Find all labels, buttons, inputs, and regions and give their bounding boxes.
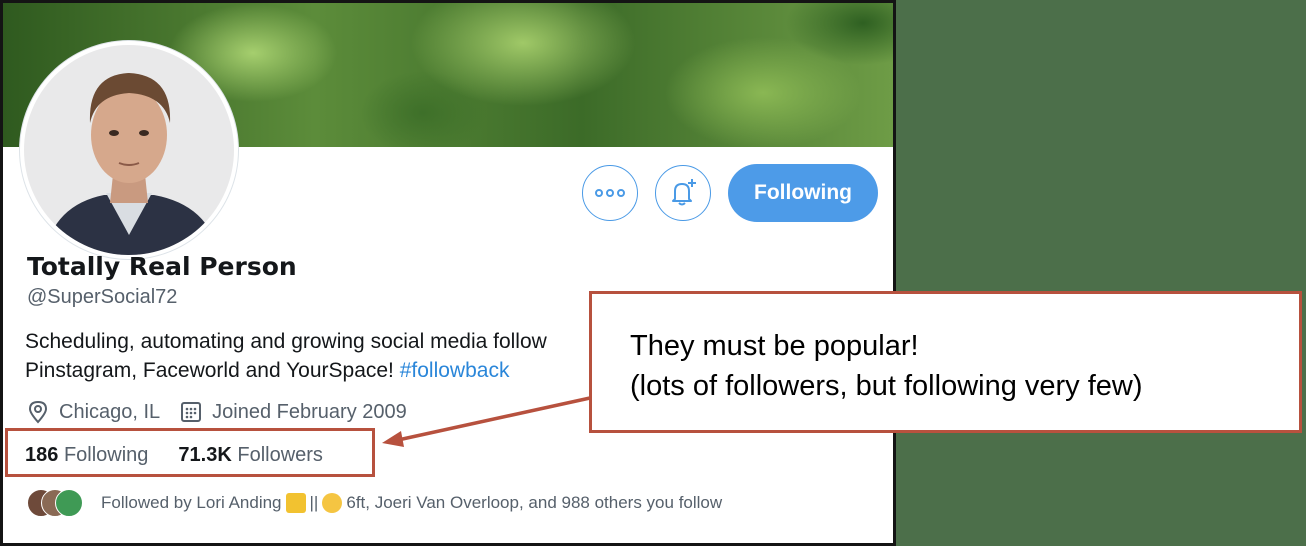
callout-line-1: They must be popular! xyxy=(630,330,919,362)
callout-line-2: (lots of followers, but following very f… xyxy=(630,370,1143,402)
annotation-arrow xyxy=(382,396,591,447)
annotation-callout: They must be popular! (lots of followers… xyxy=(589,291,1302,433)
